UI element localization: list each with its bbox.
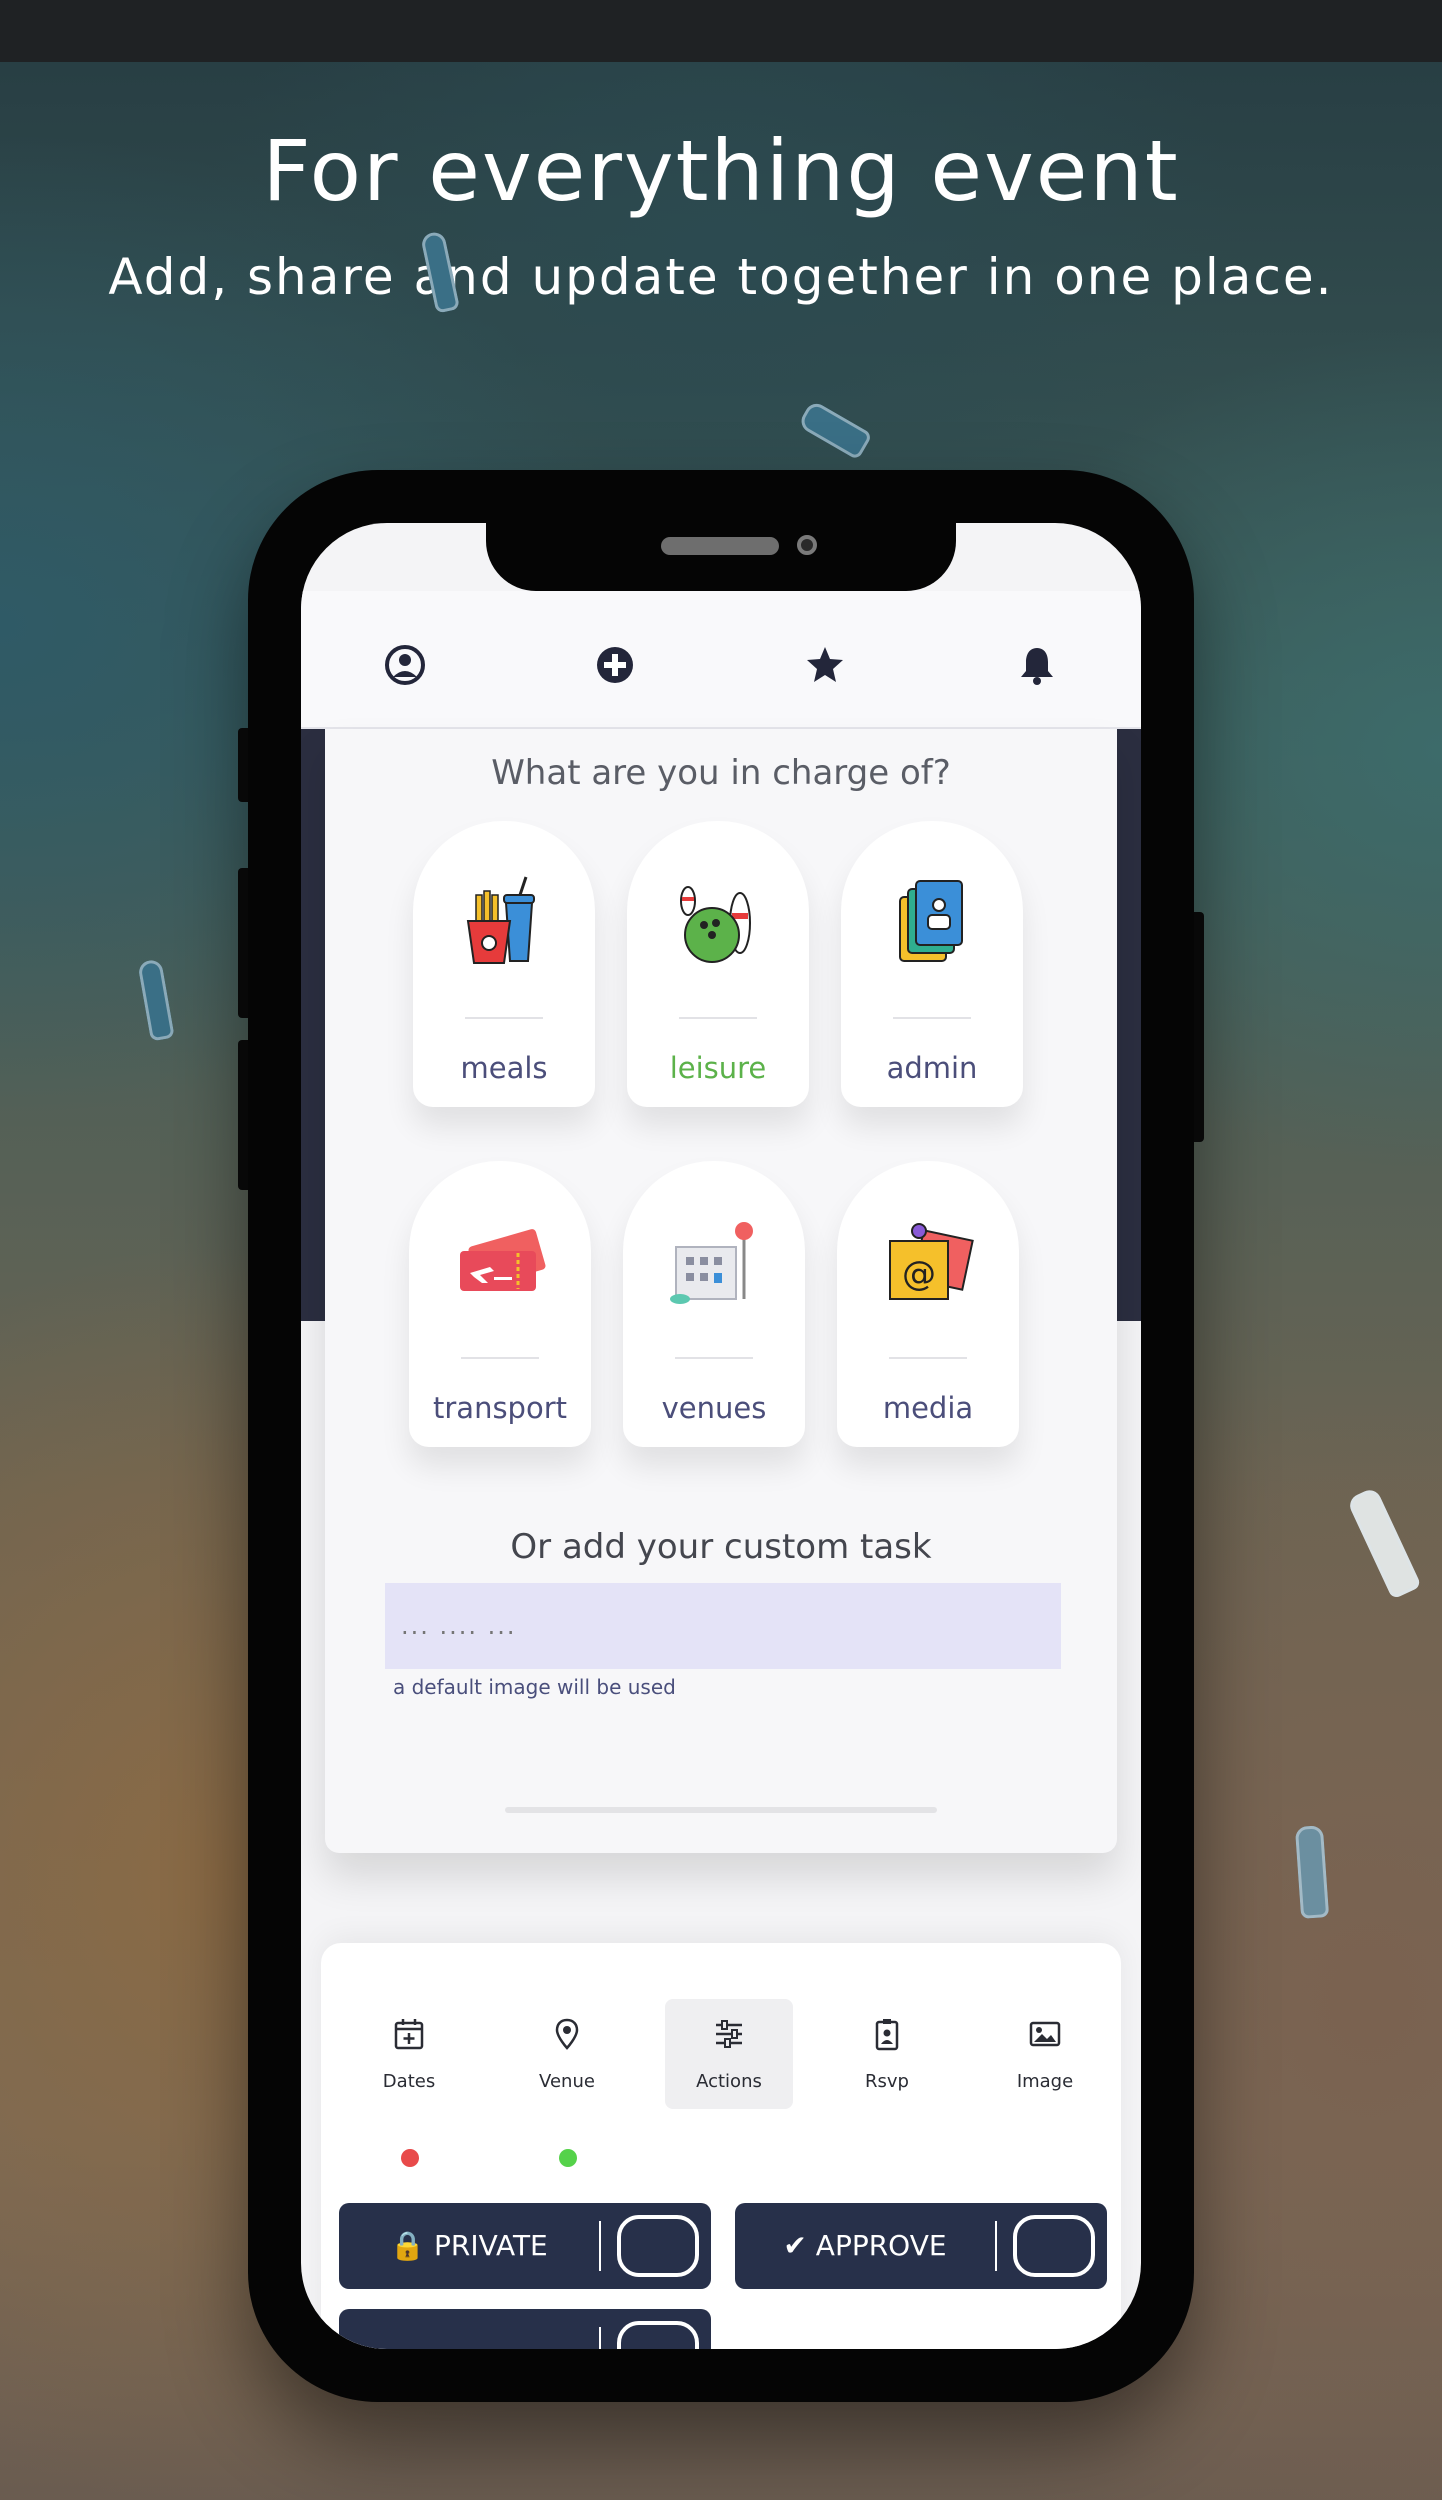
category-tile-media[interactable]: @ media bbox=[837, 1161, 1019, 1447]
private-switch[interactable] bbox=[617, 2215, 699, 2277]
tile-divider bbox=[461, 1357, 539, 1359]
tile-divider bbox=[679, 1017, 757, 1019]
svg-text:@: @ bbox=[902, 1254, 936, 1294]
nav-rsvp[interactable]: Rsvp bbox=[823, 1999, 951, 2109]
toggle-separator bbox=[995, 2221, 997, 2271]
approve-label-group: ✔ APPROVE bbox=[735, 2229, 995, 2262]
tile-divider bbox=[465, 1017, 543, 1019]
badge-icon bbox=[875, 2019, 899, 2051]
third-switch[interactable] bbox=[617, 2321, 699, 2349]
tile-label: transport bbox=[433, 1391, 567, 1425]
add-circle-icon[interactable] bbox=[593, 643, 637, 687]
sliders-icon bbox=[716, 2020, 742, 2048]
custom-task-input[interactable] bbox=[385, 1583, 1061, 1669]
star-icon[interactable] bbox=[803, 643, 847, 687]
nav-label: Venue bbox=[539, 2071, 595, 2092]
approve-toggle-button[interactable]: ✔ APPROVE bbox=[735, 2203, 1107, 2289]
custom-task-hint: a default image will be used bbox=[393, 1675, 676, 1699]
building-icon bbox=[670, 1222, 753, 1304]
boat-decoration bbox=[1346, 1486, 1422, 1600]
speaker-grille bbox=[661, 537, 779, 555]
private-label-group: 🔒 PRIVATE bbox=[339, 2229, 599, 2262]
task-picker-card: What are you in charge of? meals leisure… bbox=[325, 729, 1117, 1853]
approve-label: APPROVE bbox=[815, 2229, 947, 2262]
boat-decoration bbox=[797, 399, 873, 461]
toggle-separator bbox=[599, 2221, 601, 2271]
backdrop-strip bbox=[1117, 729, 1141, 1321]
status-bar-strip bbox=[0, 0, 1442, 62]
app-top-bar bbox=[301, 591, 1141, 729]
phone-screen: What are you in charge of? meals leisure… bbox=[301, 523, 1141, 2349]
calendar-icon bbox=[394, 2019, 424, 2050]
documents-icon bbox=[899, 880, 963, 962]
hero-subtitle: Add, share and update together in one pl… bbox=[108, 248, 1334, 306]
nav-label: Actions bbox=[696, 2071, 762, 2092]
backdrop-strip bbox=[301, 729, 325, 1321]
category-tile-venues[interactable]: venues bbox=[623, 1161, 805, 1447]
nav-image[interactable]: Image bbox=[981, 1999, 1109, 2109]
private-label: PRIVATE bbox=[434, 2229, 548, 2262]
nav-label: Dates bbox=[382, 2071, 436, 2092]
bell-icon[interactable] bbox=[1015, 643, 1059, 687]
toggle-separator bbox=[599, 2327, 601, 2349]
front-camera bbox=[797, 535, 817, 555]
image-icon bbox=[1029, 2021, 1061, 2047]
nav-actions[interactable]: Actions bbox=[665, 1999, 793, 2109]
category-tile-transport[interactable]: transport bbox=[409, 1161, 591, 1447]
third-toggle-button[interactable] bbox=[339, 2309, 711, 2349]
tile-label: admin bbox=[886, 1051, 978, 1085]
tile-divider bbox=[893, 1017, 971, 1019]
tile-label: leisure bbox=[669, 1051, 767, 1085]
category-tile-admin[interactable]: admin bbox=[841, 821, 1023, 1107]
check-icon: ✔ bbox=[783, 2229, 807, 2262]
ticket-icon bbox=[460, 1229, 546, 1291]
tile-divider bbox=[889, 1357, 967, 1359]
boat-decoration bbox=[137, 958, 175, 1042]
venue-status-dot bbox=[559, 2149, 577, 2167]
user-icon[interactable] bbox=[383, 643, 427, 687]
tile-label: meals bbox=[460, 1051, 548, 1085]
tile-label: media bbox=[882, 1391, 974, 1425]
tile-label: venues bbox=[661, 1391, 767, 1425]
private-toggle-button[interactable]: 🔒 PRIVATE bbox=[339, 2203, 711, 2289]
nav-venue[interactable]: Venue bbox=[503, 1999, 631, 2109]
bowling-icon bbox=[680, 886, 751, 963]
card-bottom-divider bbox=[505, 1807, 937, 1813]
sticky-note-icon: @ bbox=[889, 1223, 974, 1300]
lock-icon: 🔒 bbox=[390, 2229, 426, 2262]
event-actions-panel: Dates Venue Actions Rsvp Image 🔒 PRIVATE… bbox=[321, 1943, 1121, 2349]
nav-label: Image bbox=[1016, 2071, 1074, 2092]
tile-divider bbox=[675, 1357, 753, 1359]
category-tile-meals[interactable]: meals bbox=[413, 821, 595, 1107]
custom-task-label: Or add your custom task bbox=[510, 1527, 932, 1567]
approve-switch[interactable] bbox=[1013, 2215, 1095, 2277]
category-tile-leisure[interactable]: leisure bbox=[627, 821, 809, 1107]
meals-icon bbox=[466, 876, 535, 964]
card-title: What are you in charge of? bbox=[491, 753, 951, 793]
location-pin-icon bbox=[555, 2018, 579, 2050]
hero-title: For everything event bbox=[262, 122, 1180, 220]
nav-label: Rsvp bbox=[865, 2071, 909, 2092]
phone-notch bbox=[486, 523, 956, 591]
boat-decoration bbox=[1294, 1825, 1330, 1919]
nav-dates[interactable]: Dates bbox=[345, 1999, 473, 2109]
dates-status-dot bbox=[401, 2149, 419, 2167]
